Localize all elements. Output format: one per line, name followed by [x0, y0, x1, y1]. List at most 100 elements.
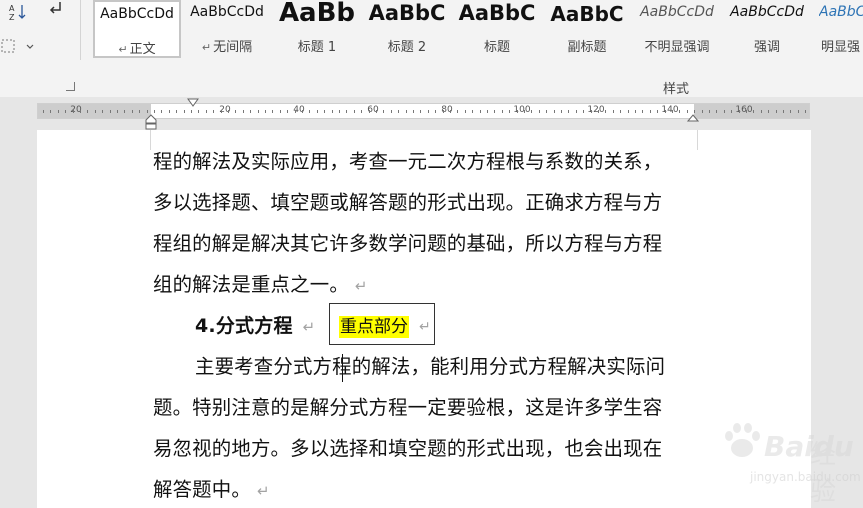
style-heading-2[interactable]: AaBbC 标题 2	[363, 0, 451, 58]
ruler-tick	[161, 110, 163, 113]
ruler-tick	[494, 110, 496, 113]
ruler-tick	[672, 110, 673, 113]
ruler-tick	[176, 110, 178, 113]
ruler-tick	[472, 110, 474, 113]
body-line: 解答题中。 ↵	[153, 478, 270, 501]
body-line: 易忽视的地方。多以选择和填空题的形式出现，也会出现在	[153, 437, 663, 460]
style-name: ↵ 正文	[118, 42, 156, 57]
right-indent-marker[interactable]	[687, 114, 699, 124]
ruler-tick	[612, 110, 614, 113]
ruler-tick	[213, 110, 215, 113]
ruler-tick	[420, 110, 422, 113]
dialog-launcher-icon[interactable]	[66, 82, 75, 91]
style-preview: AaBbCcDd	[100, 6, 174, 22]
style-name: 标题 2	[387, 40, 427, 55]
style-normal[interactable]: AaBbCcDd ↵ 正文	[93, 0, 181, 58]
margin-corner-mark	[150, 130, 151, 150]
ruler-tick	[590, 110, 592, 113]
ruler-tick	[383, 110, 385, 113]
ruler-tick	[709, 110, 710, 113]
ruler-tick	[479, 110, 481, 113]
ruler-tick	[775, 110, 777, 113]
ruler-tick	[316, 110, 318, 113]
ruler-tick	[43, 110, 44, 113]
style-intense-emphasis[interactable]: AaBbCcDd 明显强	[813, 0, 863, 58]
ruler-tick	[768, 110, 770, 113]
body-line: 题。特别注意的是解分式方程一定要验根，这是许多学生容	[153, 396, 663, 419]
style-name: 明显强	[821, 40, 861, 55]
borders-icon[interactable]	[0, 36, 20, 56]
ruler-tick	[620, 110, 622, 113]
ruler-tick	[235, 110, 237, 113]
ruler-tick	[124, 110, 126, 113]
ruler-tick	[242, 110, 244, 113]
ruler-tick	[679, 110, 681, 113]
svg-text:Z: Z	[9, 13, 15, 22]
ruler-tick	[102, 110, 104, 113]
ruler-tick	[746, 110, 747, 113]
ruler-tick	[139, 110, 141, 113]
highlighted-text: 重点部分	[339, 316, 409, 338]
style-preview: AaBbCcDd	[730, 4, 804, 20]
paragraph-tools: AZ	[0, 0, 80, 97]
ruler-tick	[390, 110, 392, 113]
ruler-tick	[783, 110, 784, 113]
ruler-tick	[191, 110, 192, 113]
paragraph-mark-icon[interactable]	[46, 0, 66, 20]
ruler-tick	[94, 110, 96, 113]
text-cursor	[342, 354, 343, 382]
ruler-tick	[154, 110, 155, 113]
ruler-tick	[257, 110, 259, 113]
style-preview: AaBbCcDd	[190, 4, 264, 20]
section-heading: 4.分式方程	[195, 315, 293, 337]
ruler-tick	[598, 110, 599, 113]
ruler-tick	[657, 110, 659, 113]
ribbon: AZ AaBbCcDd ↵ 正文 AaBbCcDd ↵ 无间隔 AaBb 标题 1 …	[0, 0, 863, 98]
ruler-tick	[524, 110, 525, 113]
style-no-spacing[interactable]: AaBbCcDd ↵ 无间隔	[183, 0, 271, 58]
ruler-tick	[516, 110, 518, 113]
style-heading-1[interactable]: AaBb 标题 1	[273, 0, 361, 58]
style-subtitle[interactable]: AaBbC 副标题	[543, 0, 631, 58]
ruler-tick	[531, 110, 533, 113]
styles-group-label: 样式	[663, 82, 690, 97]
ruler-tick	[80, 110, 81, 113]
style-name: 强调	[753, 40, 780, 55]
ruler-tick	[87, 110, 89, 113]
hanging-indent-marker[interactable]	[145, 114, 157, 130]
style-name: 标题	[483, 40, 510, 55]
ruler-tick	[331, 110, 333, 113]
ruler-tick	[561, 110, 562, 113]
ruler-tick	[413, 110, 414, 113]
style-preview: AaBbCcDd	[640, 4, 714, 20]
body-line: 多以选择题、填空题或解答题的形式出现。正确求方程与方	[153, 191, 663, 214]
ruler-tick	[731, 110, 733, 113]
ruler-tick	[501, 110, 503, 113]
ruler-tick	[427, 110, 429, 113]
ruler-tick	[146, 110, 148, 113]
paragraph-mark-icon: ↵	[256, 482, 270, 500]
first-line-indent-marker[interactable]	[187, 98, 199, 108]
style-name: 副标题	[567, 40, 607, 55]
ruler-tick	[198, 110, 200, 113]
style-subtle-emphasis[interactable]: AaBbCcDd 不明显强调	[633, 0, 721, 58]
watermark: Baidu 经验 jingyan.baidu.com	[700, 408, 861, 508]
ruler-tick	[760, 110, 762, 113]
ruler-tick	[324, 110, 326, 113]
chevron-down-icon[interactable]	[20, 36, 40, 56]
ruler-tick	[701, 110, 703, 113]
body-line: 主要考查分式方程的解法，能利用分式方程解决实际问	[195, 355, 666, 378]
heading-line: 4.分式方程 ↵	[195, 312, 315, 341]
style-emphasis[interactable]: AaBbCcDd 强调	[723, 0, 811, 58]
ruler-tick	[753, 110, 755, 113]
ruler-tick	[131, 110, 133, 113]
ruler-tick	[635, 110, 636, 113]
text-box-callout[interactable]: 重点部分 ↵	[329, 303, 435, 345]
style-title[interactable]: AaBbC 标题	[453, 0, 541, 58]
divider	[80, 0, 81, 60]
body-line: 程的解法及实际应用，考查一元二次方程根与系数的关系，	[153, 150, 663, 173]
ruler-tick	[57, 110, 59, 113]
sort-icon[interactable]: AZ	[8, 2, 28, 22]
ruler-tick	[694, 110, 696, 113]
paragraph-mark-icon: ↵	[354, 277, 368, 295]
